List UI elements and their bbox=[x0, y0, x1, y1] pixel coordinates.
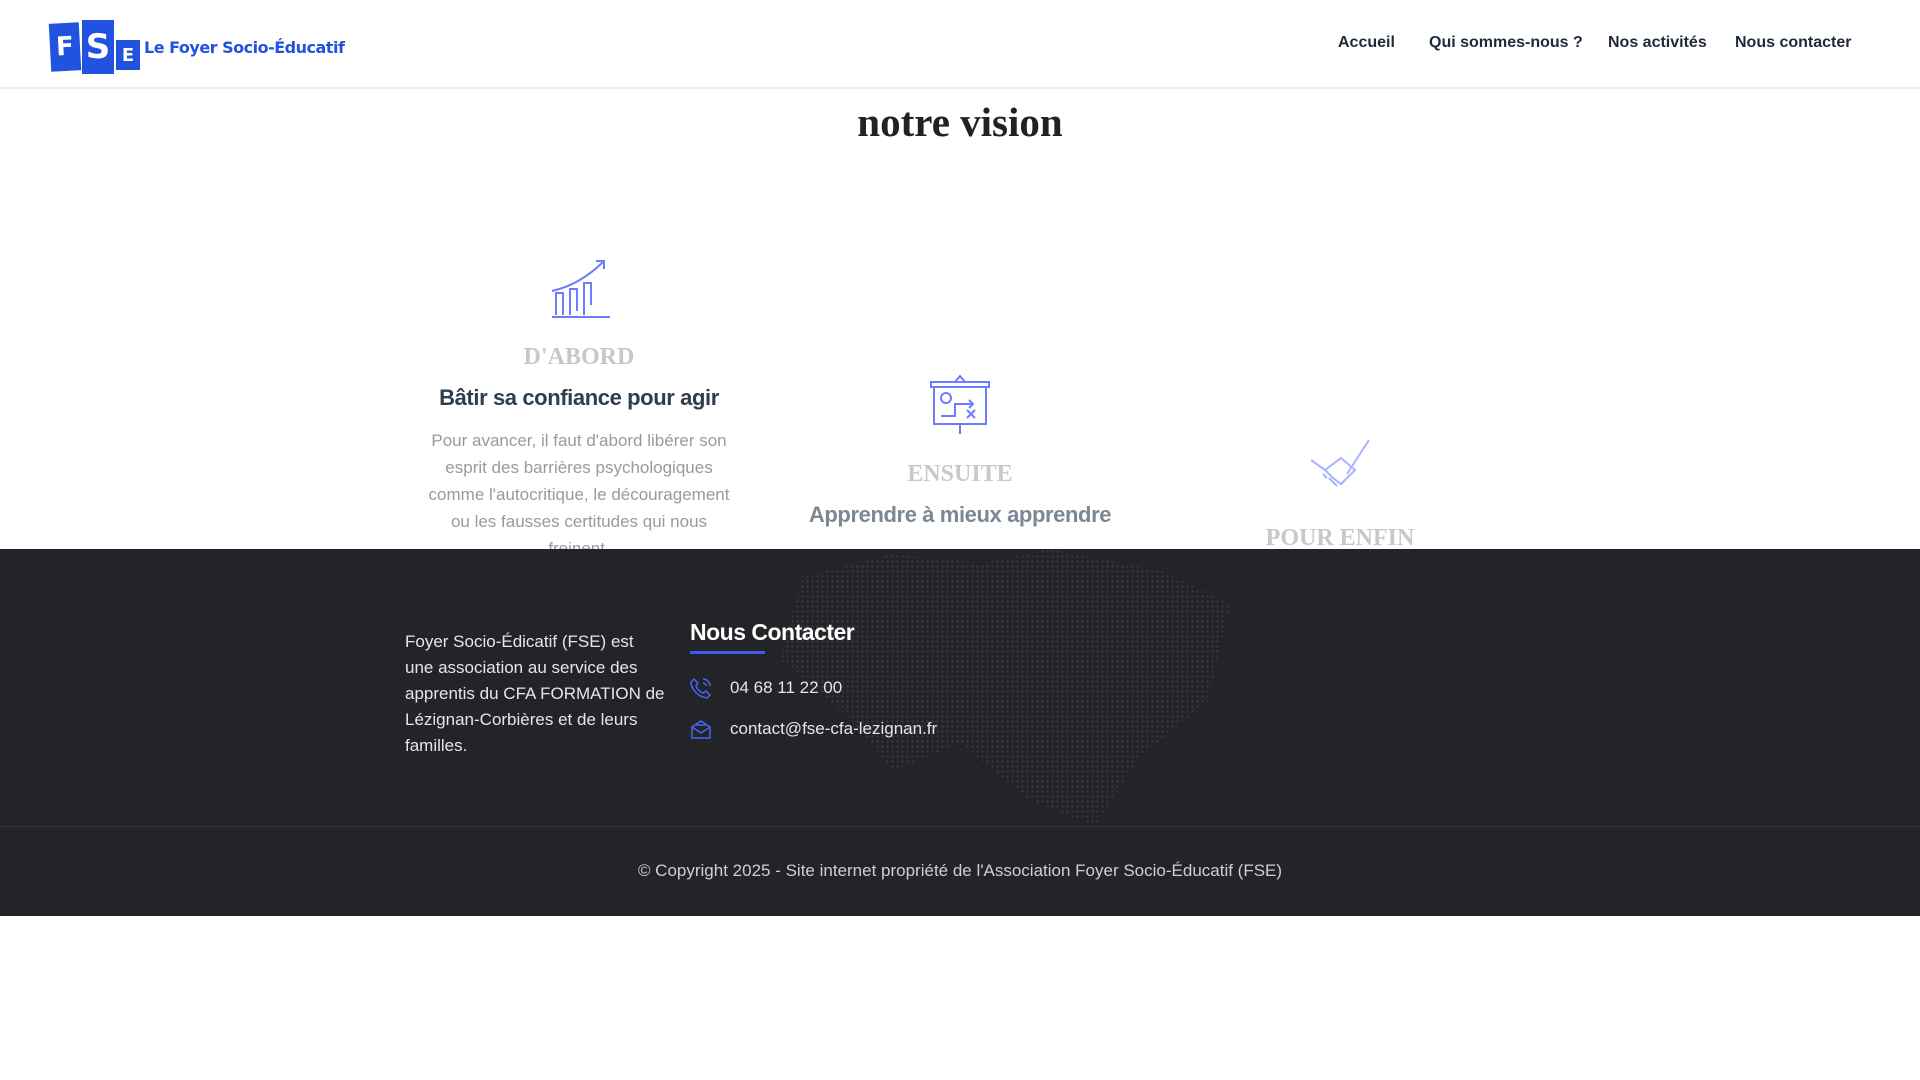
site-footer: Foyer Socio-Édicatif (FSE) est une assoc… bbox=[0, 549, 1920, 916]
footer-divider bbox=[0, 826, 1920, 827]
column-heading: Bâtir sa confiance pour agir bbox=[439, 385, 719, 410]
contact-heading: Nous Contacter bbox=[690, 619, 855, 645]
contact-phone[interactable]: 04 68 11 22 00 bbox=[690, 677, 842, 699]
fse-logo[interactable]: F S E Le Foyer Socio-Éducatif bbox=[48, 20, 345, 74]
vision-column-1: D'ABORD Bâtir sa confiance pour agir Pou… bbox=[424, 257, 734, 549]
column-kicker: ENSUITE bbox=[907, 461, 1013, 487]
column-body: Pour avancer, il faut d'abord libérer so… bbox=[428, 431, 730, 549]
column-kicker: POUR ENFIN bbox=[1265, 525, 1415, 549]
heading-underline bbox=[690, 651, 765, 654]
copyright: © Copyright 2025 - Site internet proprié… bbox=[637, 861, 1283, 880]
footer-about: Foyer Socio-Édicatif (FSE) est une assoc… bbox=[405, 632, 665, 755]
nav-accueil[interactable]: Accueil bbox=[1338, 34, 1395, 52]
world-map-decoration bbox=[780, 549, 1230, 826]
vision-column-3: POUR ENFIN bbox=[1185, 438, 1495, 549]
handshake-icon bbox=[1310, 439, 1370, 487]
growth-chart-icon bbox=[551, 260, 610, 318]
column-kicker: D'ABORD bbox=[523, 344, 635, 370]
column-heading: Apprendre à mieux apprendre bbox=[808, 502, 1112, 527]
phone-icon bbox=[690, 677, 712, 699]
nav-qui-sommes-nous[interactable]: Qui sommes-nous ? bbox=[1429, 34, 1583, 52]
contact-email[interactable]: contact@fse-cfa-lezignan.fr bbox=[690, 718, 937, 740]
nav-nous-contacter[interactable]: Nous contacter bbox=[1735, 34, 1851, 52]
vision-column-2: ENSUITE Apprendre à mieux apprendre bbox=[805, 374, 1115, 528]
strategy-board-icon bbox=[930, 374, 990, 434]
vision-section: D'ABORD Bâtir sa confiance pour agir Pou… bbox=[0, 91, 1920, 549]
site-header: F S E Le Foyer Socio-Éducatif Accueil Qu… bbox=[0, 0, 1920, 89]
mail-icon bbox=[691, 720, 711, 739]
logo-text: Le Foyer Socio-Éducatif bbox=[144, 37, 345, 57]
nav-nos-activites[interactable]: Nos activités bbox=[1608, 34, 1707, 52]
